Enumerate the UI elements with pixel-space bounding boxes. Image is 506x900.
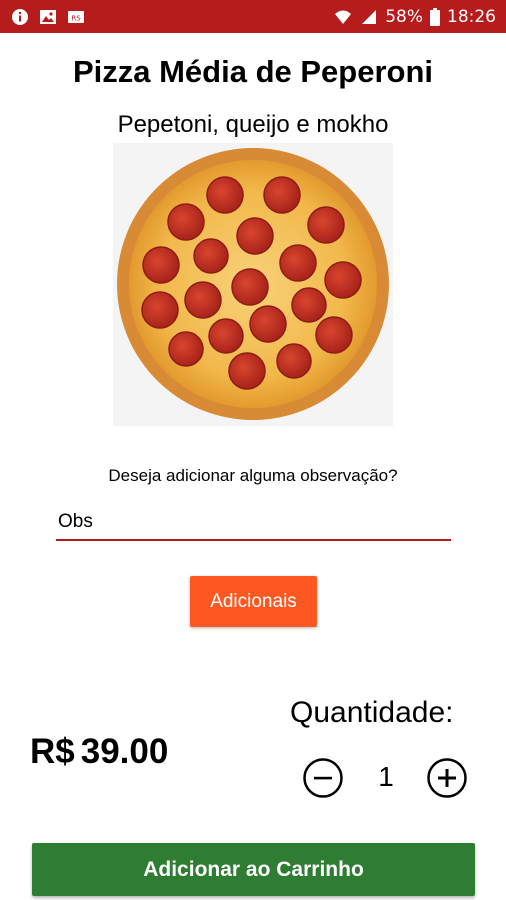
product-description: Pepetoni, queijo e mokho: [117, 111, 389, 138]
image-icon: [38, 7, 58, 27]
decrement-button[interactable]: [302, 757, 344, 799]
quantity-stepper: 1: [302, 757, 470, 799]
status-bar: RS 58% 18:26: [0, 0, 506, 33]
price-currency: R$: [30, 732, 75, 771]
observation-question: Deseja adicionar alguma observação?: [108, 466, 398, 485]
pizza-icon: [117, 148, 389, 420]
quantity-value: 1: [378, 761, 394, 792]
info-icon: [10, 7, 30, 27]
quantity-label: Quantidade:: [290, 696, 454, 729]
svg-text:RS: RS: [71, 14, 81, 22]
extras-button[interactable]: Adicionais: [190, 576, 317, 627]
product-title: Pizza Média de Peperoni: [72, 54, 434, 89]
wifi-icon: [333, 7, 353, 27]
status-bar-right: 58% 18:26: [333, 7, 496, 27]
notification-icon: RS: [66, 7, 86, 27]
price-amount: 39.00: [80, 732, 169, 771]
plus-circle-icon: [427, 758, 467, 798]
price: R$ 39.00: [30, 732, 168, 772]
add-to-cart-button[interactable]: Adicionar ao Carrinho: [32, 843, 475, 896]
pepperoni-pizza-image: [113, 143, 393, 426]
status-bar-left: RS: [10, 7, 86, 27]
signal-icon: [359, 7, 379, 27]
increment-button[interactable]: [426, 757, 468, 799]
battery-icon: [429, 7, 441, 27]
battery-percent: 58%: [385, 6, 423, 27]
minus-circle-icon: [303, 758, 343, 798]
clock: 18:26: [447, 6, 496, 27]
observation-input[interactable]: [56, 505, 451, 541]
